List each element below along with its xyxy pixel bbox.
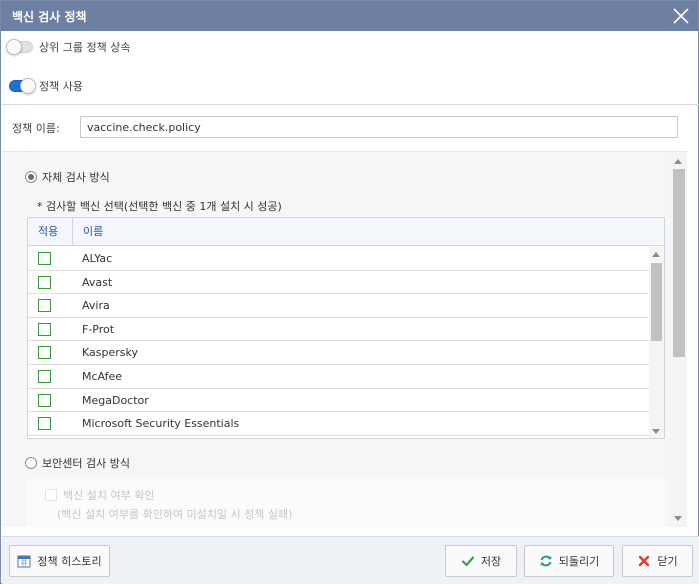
revert-label: 되돌리기 [558, 555, 600, 568]
close-icon[interactable] [668, 3, 694, 29]
table-row[interactable]: Avast [28, 271, 649, 295]
dialog-titlebar: 백신 검사 정책 [1, 1, 698, 31]
apply-checkbox[interactable] [38, 299, 51, 313]
vaccine-name: McAfee [82, 369, 123, 383]
scroll-down-arrow-icon[interactable] [652, 429, 660, 434]
divider [2, 104, 699, 105]
grid-body: ALYac Avast Avira F-Prot Kaspersky McAfe… [28, 247, 649, 438]
policy-name-input[interactable] [80, 116, 678, 138]
vaccine-select-hint: * 검사할 백신 선택(선택한 백신 중 1개 설치 시 성공) [37, 200, 282, 213]
scroll-down-arrow-icon[interactable] [674, 516, 682, 521]
close-button[interactable]: 닫기 [622, 545, 693, 577]
security-center-options: 백신 설치 여부 확인 (백신 설치 여부를 확인하여 미설치일 시 정책 실패… [27, 479, 665, 527]
table-row[interactable]: MegaDoctor [28, 389, 649, 413]
scrollbar-thumb[interactable] [673, 169, 685, 357]
checkmark-icon [461, 554, 475, 568]
scroll-up-arrow-icon[interactable] [674, 159, 682, 164]
scroll-up-arrow-icon[interactable] [652, 252, 660, 257]
use-policy-toggle-row[interactable]: 정책 사용 [9, 76, 83, 96]
vaccine-name: ALYac [82, 252, 113, 265]
revert-button[interactable]: 되돌리기 [524, 545, 614, 577]
dialog-footer: 정책 히스토리 저장 되돌리기 닫기 [2, 536, 699, 584]
table-row[interactable]: F-Prot [28, 318, 649, 342]
save-button[interactable]: 저장 [445, 545, 517, 577]
close-label: 닫기 [657, 555, 678, 568]
toggle-knob [20, 78, 36, 94]
inherit-toggle-label: 상위 그룹 정책 상속 [39, 41, 131, 54]
self-check-radio-row[interactable]: 자체 검사 방식 [25, 169, 110, 185]
vaccine-name: Avira [82, 299, 110, 313]
apply-checkbox[interactable] [38, 252, 51, 265]
options-scrollbar[interactable] [671, 153, 687, 527]
policy-history-button[interactable]: 정책 히스토리 [9, 545, 110, 577]
use-policy-toggle[interactable] [9, 78, 36, 94]
toggle-knob [6, 39, 22, 55]
self-check-radio[interactable] [25, 171, 37, 183]
table-row[interactable]: Avira [28, 294, 649, 318]
dialog-title: 백신 검사 정책 [12, 10, 87, 24]
policy-name-label: 정책 이름: [12, 122, 60, 135]
security-center-radio[interactable] [25, 457, 37, 469]
vaccine-install-check-label: 백신 설치 여부 확인 [63, 489, 155, 502]
apply-checkbox[interactable] [38, 275, 51, 289]
self-check-label: 자체 검사 방식 [42, 171, 110, 184]
vaccine-policy-dialog: 백신 검사 정책 상위 그룹 정책 상속 정책 사용 정책 이름: 자체 검사 … [0, 0, 699, 584]
table-row[interactable]: Microsoft Security Essentials [28, 412, 649, 436]
column-header-apply[interactable]: 적용 [28, 218, 73, 246]
vaccine-name: Avast [82, 275, 113, 289]
inherit-toggle-row[interactable]: 상위 그룹 정책 상속 [6, 37, 131, 57]
table-row[interactable] [28, 436, 649, 438]
close-x-icon [637, 554, 651, 568]
scrollbar-thumb[interactable] [651, 263, 662, 341]
vaccine-name: F-Prot [82, 322, 115, 336]
vaccine-install-checkbox [45, 489, 57, 501]
apply-checkbox[interactable] [38, 417, 51, 431]
vaccine-name: Kaspersky [82, 346, 138, 360]
grid-scrollbar[interactable] [649, 247, 664, 438]
table-row[interactable]: ALYac [28, 247, 649, 271]
vaccine-name: Microsoft Security Essentials [82, 417, 240, 431]
apply-checkbox[interactable] [38, 369, 51, 383]
table-row[interactable]: McAfee [28, 365, 649, 389]
apply-checkbox[interactable] [38, 346, 51, 360]
security-center-radio-row[interactable]: 보안센터 검사 방식 [25, 455, 130, 471]
policy-history-label: 정책 히스토리 [37, 555, 102, 568]
vaccine-install-check-row: 백신 설치 여부 확인 [45, 487, 154, 503]
calendar-icon [17, 554, 31, 568]
apply-checkbox[interactable] [38, 393, 51, 407]
column-header-name[interactable]: 이름 [83, 218, 103, 246]
vaccine-name: MegaDoctor [82, 393, 149, 407]
grid-header: 적용 이름 [28, 218, 664, 246]
table-row[interactable]: Kaspersky [28, 341, 649, 365]
vaccine-grid: 적용 이름 ALYac Avast Avira F-Prot Kaspersky… [27, 217, 665, 439]
apply-checkbox[interactable] [38, 322, 51, 336]
inherit-toggle[interactable] [6, 39, 33, 55]
refresh-icon [539, 554, 553, 568]
vaccine-install-check-desc: (백신 설치 여부를 확인하여 미설치일 시 정책 실패) [57, 508, 293, 521]
use-policy-toggle-label: 정책 사용 [39, 80, 83, 93]
save-label: 저장 [480, 555, 502, 568]
security-center-label: 보안센터 검사 방식 [42, 457, 130, 470]
